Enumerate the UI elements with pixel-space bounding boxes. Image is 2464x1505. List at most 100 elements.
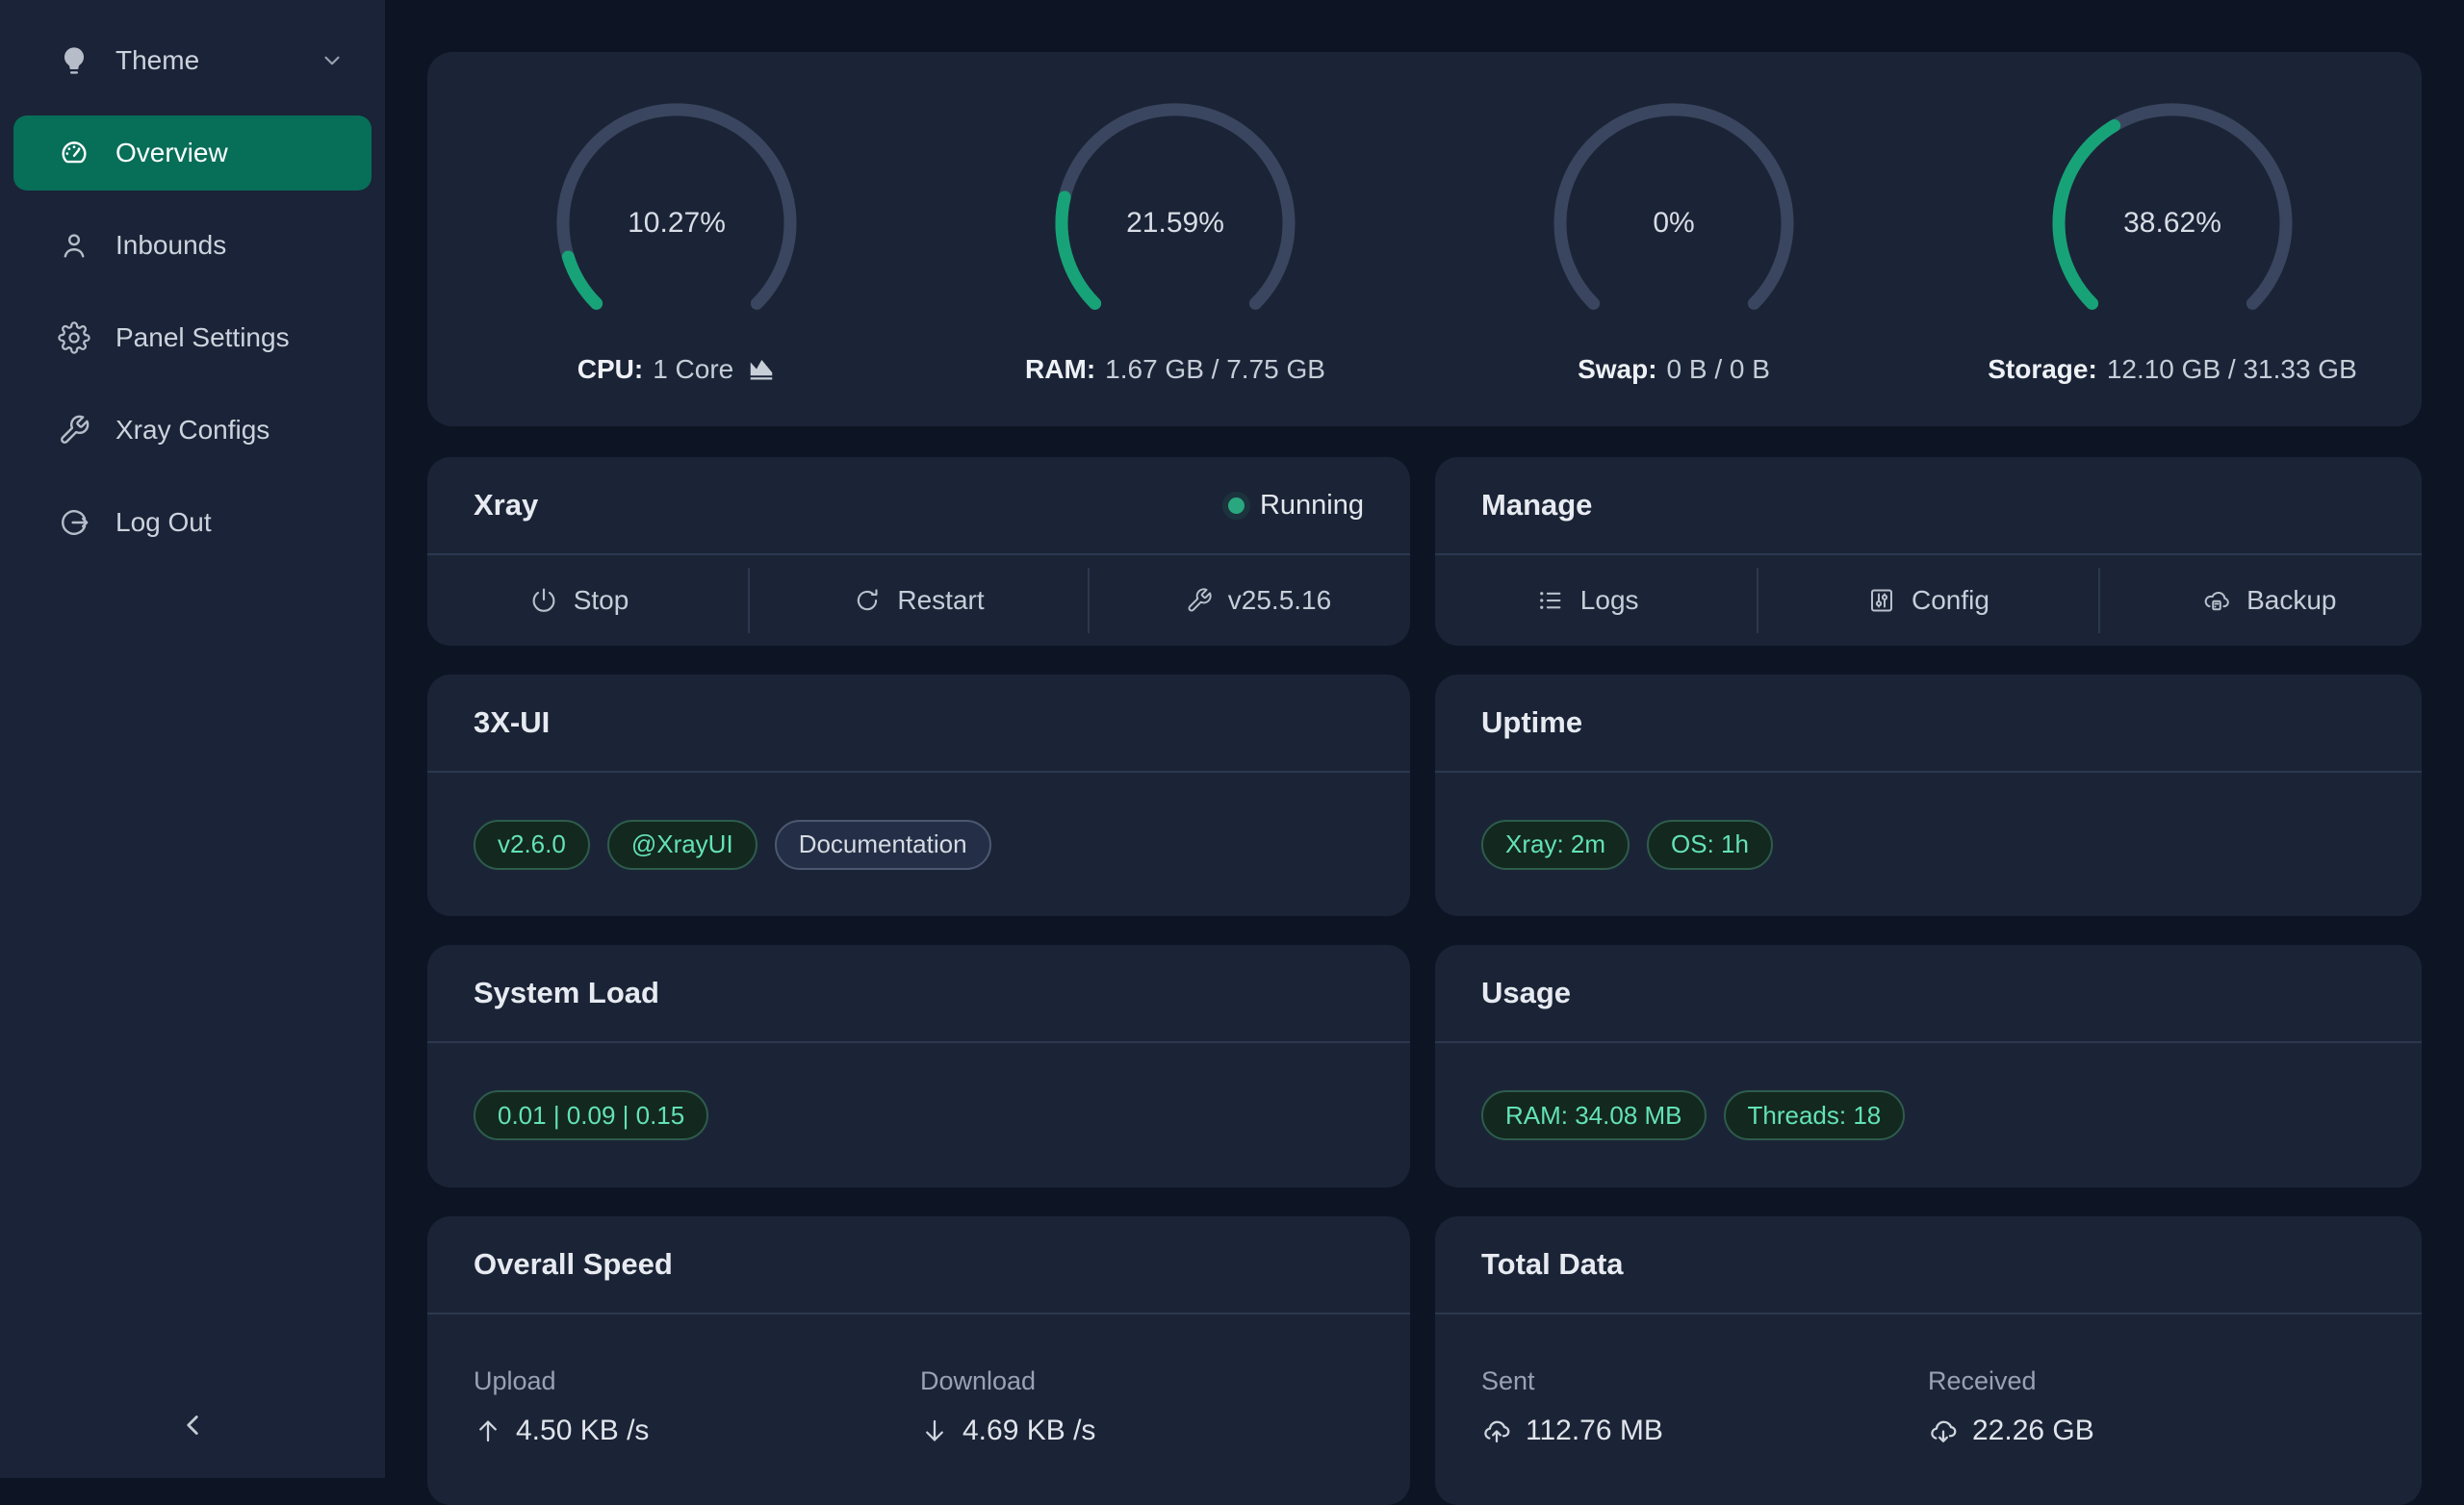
manage-card: Manage Logs xyxy=(1435,457,2422,646)
upload-stat: Upload 4.50 KB /s xyxy=(474,1365,920,1447)
action-label: Config xyxy=(1912,585,1989,616)
sliders-icon xyxy=(1867,586,1896,615)
action-label: Stop xyxy=(574,585,629,616)
gauge-label-value: 1 Core xyxy=(653,352,733,387)
total-data-card: Total Data Sent 112.76 MB xyxy=(1435,1216,2422,1505)
gauge-label-key: Storage: xyxy=(1988,352,2097,387)
stat-value: 4.50 KB /s xyxy=(516,1415,649,1447)
card-header: Overall Speed xyxy=(427,1216,1410,1314)
sidebar-item-label: Log Out xyxy=(116,507,212,538)
config-button[interactable]: Config xyxy=(1776,585,2080,616)
load-average-tag: 0.01 | 0.09 | 0.15 xyxy=(474,1090,708,1140)
restart-button[interactable]: Restart xyxy=(767,585,1070,616)
card-header: Usage xyxy=(1435,945,2422,1043)
card-header: 3X-UI xyxy=(427,675,1410,773)
sidebar-item-overview[interactable]: Overview xyxy=(13,115,372,191)
sidebar-item-label: Theme xyxy=(116,45,199,76)
xui-card: 3X-UI v2.6.0 @XrayUI Documentation xyxy=(427,675,1410,916)
divider xyxy=(748,568,750,633)
card-title: Usage xyxy=(1481,976,1571,1010)
system-load-card: System Load 0.01 | 0.09 | 0.15 xyxy=(427,945,1410,1187)
storage-gauge: 38.62% Storage:12.10 GB / 31.33 GB xyxy=(1923,52,2422,426)
gauge-label-key: CPU: xyxy=(578,352,643,387)
backup-button[interactable]: Backup xyxy=(2118,585,2422,616)
logout-icon xyxy=(58,506,90,539)
sidebar: Theme Overview Inbounds xyxy=(0,0,385,1478)
sidebar-item-panel-settings[interactable]: Panel Settings xyxy=(13,300,372,375)
lightbulb-icon xyxy=(58,44,90,77)
chevron-down-icon xyxy=(320,48,345,73)
threads-tag: Threads: 18 xyxy=(1724,1090,1906,1140)
sidebar-item-label: Overview xyxy=(116,138,228,168)
gauge-percent: 21.59% xyxy=(1050,98,1300,348)
gauge-label: CPU: 1 Core xyxy=(578,352,777,387)
sidebar-item-label: Inbounds xyxy=(116,230,226,261)
card-header: System Load xyxy=(427,945,1410,1043)
cpu-gauge: 10.27% CPU: 1 Core xyxy=(427,52,926,426)
xray-card: Xray Running Stop xyxy=(427,457,1410,646)
status-label: Running xyxy=(1260,490,1364,522)
card-title: Overall Speed xyxy=(474,1247,673,1282)
gauge-label-value: 12.10 GB / 31.33 GB xyxy=(2107,352,2357,387)
sidebar-collapse-button[interactable] xyxy=(162,1395,223,1457)
sidebar-item-log-out[interactable]: Log Out xyxy=(13,485,372,560)
sidebar-item-theme[interactable]: Theme xyxy=(13,23,372,98)
restart-icon xyxy=(853,586,882,615)
power-icon xyxy=(529,586,558,615)
sidebar-item-xray-configs[interactable]: Xray Configs xyxy=(13,393,372,468)
version-tag[interactable]: v2.6.0 xyxy=(474,820,590,870)
gear-icon xyxy=(58,321,90,354)
action-label: Backup xyxy=(2246,585,2336,616)
sent-stat: Sent 112.76 MB xyxy=(1481,1365,1928,1447)
stat-label: Upload xyxy=(474,1365,920,1397)
stop-button[interactable]: Stop xyxy=(427,585,731,616)
card-header: Manage xyxy=(1435,457,2422,555)
action-label: Logs xyxy=(1580,585,1639,616)
card-header: Xray Running xyxy=(427,457,1410,555)
card-header: Uptime xyxy=(1435,675,2422,773)
divider xyxy=(1757,568,1758,633)
gauge-percent: 0% xyxy=(1549,98,1799,348)
stat-label: Download xyxy=(920,1365,1364,1397)
xray-status-badge: Running xyxy=(1228,490,1364,522)
area-chart-icon[interactable] xyxy=(747,355,776,384)
arrow-down-icon xyxy=(920,1416,949,1445)
usage-card: Usage RAM: 34.08 MB Threads: 18 xyxy=(1435,945,2422,1187)
xray-uptime-tag: Xray: 2m xyxy=(1481,820,1630,870)
card-header: Total Data xyxy=(1435,1216,2422,1314)
gauge-label-value: 0 B / 0 B xyxy=(1667,352,1770,387)
sidebar-item-label: Panel Settings xyxy=(116,322,290,353)
xray-version-button[interactable]: v25.5.16 xyxy=(1107,585,1410,616)
divider xyxy=(2098,568,2100,633)
gauge-label-key: RAM: xyxy=(1025,352,1095,387)
card-title: Manage xyxy=(1481,488,1592,523)
action-label: v25.5.16 xyxy=(1228,585,1331,616)
app-root: Theme Overview Inbounds xyxy=(0,0,2464,1478)
sidebar-item-inbounds[interactable]: Inbounds xyxy=(13,208,372,283)
logs-button[interactable]: Logs xyxy=(1435,585,1739,616)
stat-value: 22.26 GB xyxy=(1972,1415,2094,1447)
stat-label: Sent xyxy=(1481,1365,1928,1397)
gauge-percent: 10.27% xyxy=(552,98,802,348)
stat-label: Received xyxy=(1928,1365,2375,1397)
gauge-label: RAM:1.67 GB / 7.75 GB xyxy=(1025,352,1325,387)
dashboard-icon xyxy=(58,137,90,169)
uptime-card: Uptime Xray: 2m OS: 1h xyxy=(1435,675,2422,916)
cloud-upload-icon xyxy=(1481,1416,1512,1446)
wrench-icon xyxy=(58,414,90,446)
arrow-up-icon xyxy=(474,1416,502,1445)
cloud-server-icon xyxy=(2202,586,2231,615)
gauge-label: Storage: 12.10 GB / 31.33 GB xyxy=(1988,352,2357,387)
card-title: 3X-UI xyxy=(474,705,550,740)
card-title: System Load xyxy=(474,976,659,1010)
stat-value: 112.76 MB xyxy=(1526,1415,1663,1447)
ram-usage-tag: RAM: 34.08 MB xyxy=(1481,1090,1707,1140)
sidebar-item-label: Xray Configs xyxy=(116,415,270,446)
swap-gauge: 0% Swap:0 B / 0 B xyxy=(1424,52,1923,426)
download-stat: Download 4.69 KB /s xyxy=(920,1365,1364,1447)
received-stat: Received 22.26 GB xyxy=(1928,1365,2375,1447)
gauge-label: Swap:0 B / 0 B xyxy=(1578,352,1770,387)
xrayui-link-tag[interactable]: @XrayUI xyxy=(607,820,757,870)
ram-gauge: 21.59% RAM:1.67 GB / 7.75 GB xyxy=(926,52,1424,426)
documentation-link-tag[interactable]: Documentation xyxy=(775,820,991,870)
